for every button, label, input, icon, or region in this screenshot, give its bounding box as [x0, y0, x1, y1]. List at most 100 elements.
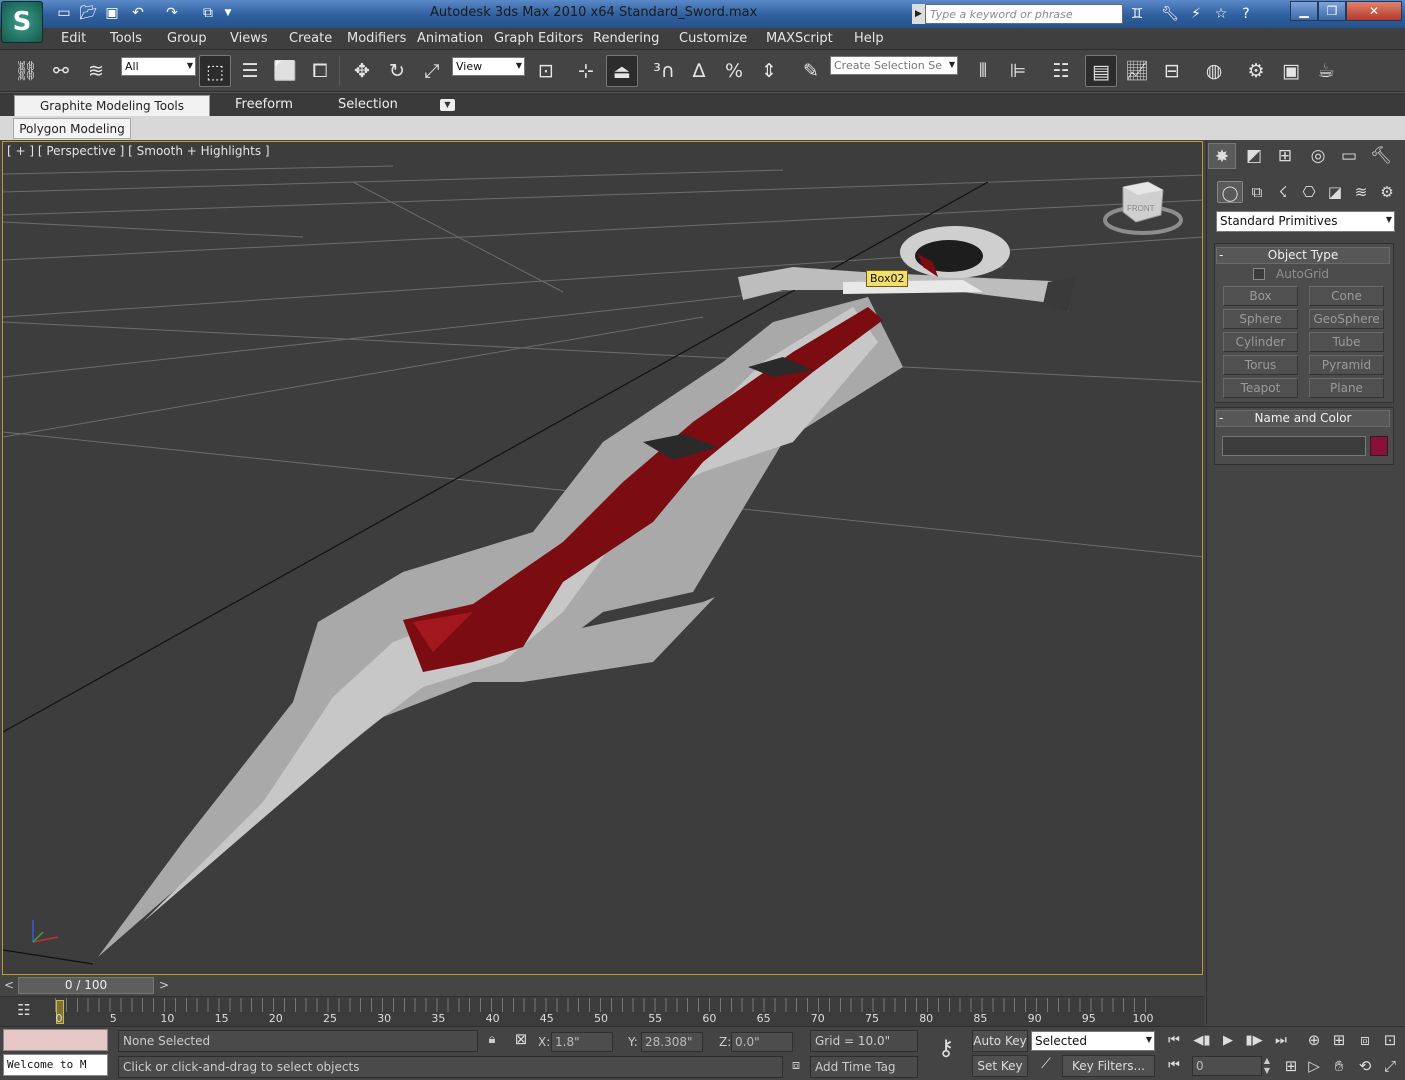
close-button[interactable]: ✕ — [1346, 1, 1402, 21]
redo-icon[interactable]: ↷ — [162, 4, 182, 22]
object-name-field[interactable] — [1222, 436, 1366, 456]
project-folder-icon[interactable]: ⧉ — [198, 4, 218, 22]
auto-key-button[interactable]: Auto Key — [972, 1030, 1028, 1052]
mini-curve-editor-icon[interactable]: ☷ — [12, 1001, 36, 1021]
z-coord-field[interactable]: 0.0" — [731, 1032, 793, 1052]
schematic-view-icon[interactable]: ⊟ — [1156, 55, 1188, 87]
next-frame-icon[interactable]: ▮▶ — [1243, 1031, 1265, 1051]
render-setup-icon[interactable]: ⚙︎ — [1240, 55, 1272, 87]
utilities-tab-icon[interactable]: 🔨︎ — [1367, 143, 1395, 169]
selection-filter-select[interactable]: All ▼ — [121, 57, 196, 76]
selection-lock-icon[interactable]: 🔒︎ — [483, 1032, 501, 1052]
frame-spinner-icon[interactable]: ▲ ▼ — [1262, 1056, 1272, 1076]
select-and-rotate-icon[interactable]: ↻ — [381, 55, 413, 87]
default-tangent-icon[interactable]: ⟋ — [1033, 1056, 1059, 1078]
y-coord-field[interactable]: 28.308" — [641, 1032, 703, 1052]
zoom-extents-all-icon[interactable]: ⊡ — [1379, 1029, 1401, 1051]
maxscript-listener-output[interactable] — [3, 1029, 108, 1051]
sword-model[interactable] — [98, 226, 1075, 957]
shapes-icon[interactable]: ⧉ — [1244, 181, 1270, 203]
menu-graph-editors[interactable]: Graph Editors — [494, 31, 583, 46]
object-color-swatch[interactable] — [1370, 436, 1388, 456]
rectangular-selection-icon[interactable]: ⬜ — [269, 55, 301, 87]
autogrid-checkbox[interactable] — [1253, 268, 1265, 280]
keyboard-shortcut-override-icon[interactable]: ⏏ — [606, 55, 638, 87]
graphite-toggle-icon[interactable]: ▤ — [1085, 55, 1117, 87]
key-mode-select[interactable]: Selected ▼ — [1031, 1031, 1155, 1051]
time-slider-next-icon[interactable]: > — [157, 978, 171, 994]
set-key-button[interactable]: Set Key — [972, 1055, 1028, 1077]
polygon-modeling-panel[interactable]: Polygon Modeling — [13, 118, 131, 139]
quick-access-dropdown-icon[interactable]: ▼ — [222, 4, 234, 22]
pivot-center-icon[interactable]: ⊡ — [530, 55, 562, 87]
transform-mode-icon[interactable]: ⊠ — [510, 1030, 532, 1052]
geosphere-button[interactable]: GeoSphere — [1309, 309, 1384, 329]
help-icon[interactable]: ? — [1236, 4, 1256, 24]
motion-tab-icon[interactable]: ◎ — [1304, 143, 1332, 169]
object-type-header[interactable]: Object Type — [1216, 247, 1390, 264]
tab-freeform[interactable]: Freeform — [235, 97, 293, 112]
cameras-icon[interactable]: ⎔ — [1296, 181, 1322, 203]
menu-help[interactable]: Help — [854, 31, 884, 46]
save-file-icon[interactable]: ▣ — [102, 4, 122, 22]
zoom-extents-icon[interactable]: ⧈ — [1354, 1029, 1376, 1051]
display-tab-icon[interactable]: ▭ — [1335, 143, 1363, 169]
reference-coordinate-select[interactable]: View ▼ — [452, 57, 525, 76]
box-button[interactable]: Box — [1223, 286, 1298, 306]
add-time-tag-button[interactable]: Add Time Tag — [810, 1056, 918, 1078]
menu-maxscript[interactable]: MAXScript — [766, 31, 833, 46]
systems-icon[interactable]: ⚙︎ — [1374, 181, 1400, 203]
time-slider[interactable]: 0 / 100 — [18, 977, 154, 994]
rollout-collapse-icon[interactable]: - — [1219, 411, 1223, 425]
mirror-icon[interactable]: ⫴ — [967, 55, 999, 87]
menu-group[interactable]: Group — [167, 31, 207, 46]
previous-frame-icon[interactable]: ◀▮ — [1191, 1031, 1213, 1051]
play-icon[interactable]: ▶ — [1217, 1031, 1239, 1051]
bind-space-warp-icon[interactable]: ≋ — [80, 55, 112, 87]
x-coord-field[interactable]: 1.8" — [551, 1032, 613, 1052]
set-key-key-icon[interactable]: ⚷ — [928, 1036, 964, 1068]
go-to-end-icon[interactable]: ⏭ — [1270, 1031, 1292, 1051]
snaps-toggle-icon[interactable]: ³∩ — [648, 55, 680, 87]
maximize-viewport-icon[interactable]: ⤢ — [1379, 1055, 1401, 1077]
search-expand-icon[interactable]: ▶ — [912, 4, 925, 24]
named-selection-set-select[interactable]: Create Selection Se ▼ — [830, 56, 958, 75]
select-object-icon[interactable]: ⬚ — [199, 55, 231, 87]
sphere-button[interactable]: Sphere — [1223, 309, 1298, 329]
rollout-collapse-icon[interactable]: - — [1219, 248, 1223, 262]
field-of-view-icon[interactable]: ▷ — [1303, 1055, 1325, 1077]
key-filters-button[interactable]: Key Filters... — [1062, 1055, 1155, 1077]
favorites-star-icon[interactable]: ☆ — [1211, 4, 1231, 24]
menu-animation[interactable]: Animation — [417, 31, 483, 46]
menu-create[interactable]: Create — [289, 31, 332, 46]
menu-views[interactable]: Views — [230, 31, 268, 46]
select-manipulate-icon[interactable]: ⊹ — [570, 55, 602, 87]
name-and-color-header[interactable]: Name and Color — [1216, 410, 1390, 427]
menu-edit[interactable]: Edit — [61, 31, 86, 46]
plane-button[interactable]: Plane — [1309, 378, 1384, 398]
window-crossing-icon[interactable]: ⧠ — [304, 55, 336, 87]
binoculars-icon[interactable]: ♊︎ — [1127, 4, 1147, 24]
menu-customize[interactable]: Customize — [679, 31, 747, 46]
primitive-category-select[interactable]: Standard Primitives ▼ — [1216, 211, 1395, 232]
subscription-icon[interactable]: 🔧︎ — [1160, 4, 1180, 24]
material-editor-icon[interactable]: ◍ — [1198, 55, 1230, 87]
menu-tools[interactable]: Tools — [110, 31, 142, 46]
menu-modifiers[interactable]: Modifiers — [347, 31, 406, 46]
menu-rendering[interactable]: Rendering — [593, 31, 659, 46]
rendered-frame-window-icon[interactable]: ▣ — [1275, 55, 1307, 87]
go-to-start-icon[interactable]: ⏮ — [1163, 1031, 1185, 1051]
modify-tab-icon[interactable]: ◩ — [1240, 143, 1268, 169]
hierarchy-tab-icon[interactable]: ⊞ — [1271, 143, 1299, 169]
select-by-name-icon[interactable]: ☰ — [234, 55, 266, 87]
time-tag-icon[interactable]: ⧈ — [786, 1058, 806, 1078]
tube-button[interactable]: Tube — [1309, 332, 1384, 352]
select-and-move-icon[interactable]: ✥ — [346, 55, 378, 87]
viewport-label-menu[interactable]: [ + ] [ Perspective ] [ Smooth + Highlig… — [7, 144, 270, 158]
cylinder-button[interactable]: Cylinder — [1223, 332, 1298, 352]
minimize-button[interactable]: ▁ — [1290, 1, 1318, 21]
space-warps-icon[interactable]: ≋ — [1348, 181, 1374, 203]
time-configuration-icon[interactable]: ⊞ — [1280, 1055, 1302, 1077]
geometry-icon[interactable]: ◯ — [1217, 181, 1243, 203]
render-production-icon[interactable]: ☕︎ — [1310, 55, 1342, 87]
